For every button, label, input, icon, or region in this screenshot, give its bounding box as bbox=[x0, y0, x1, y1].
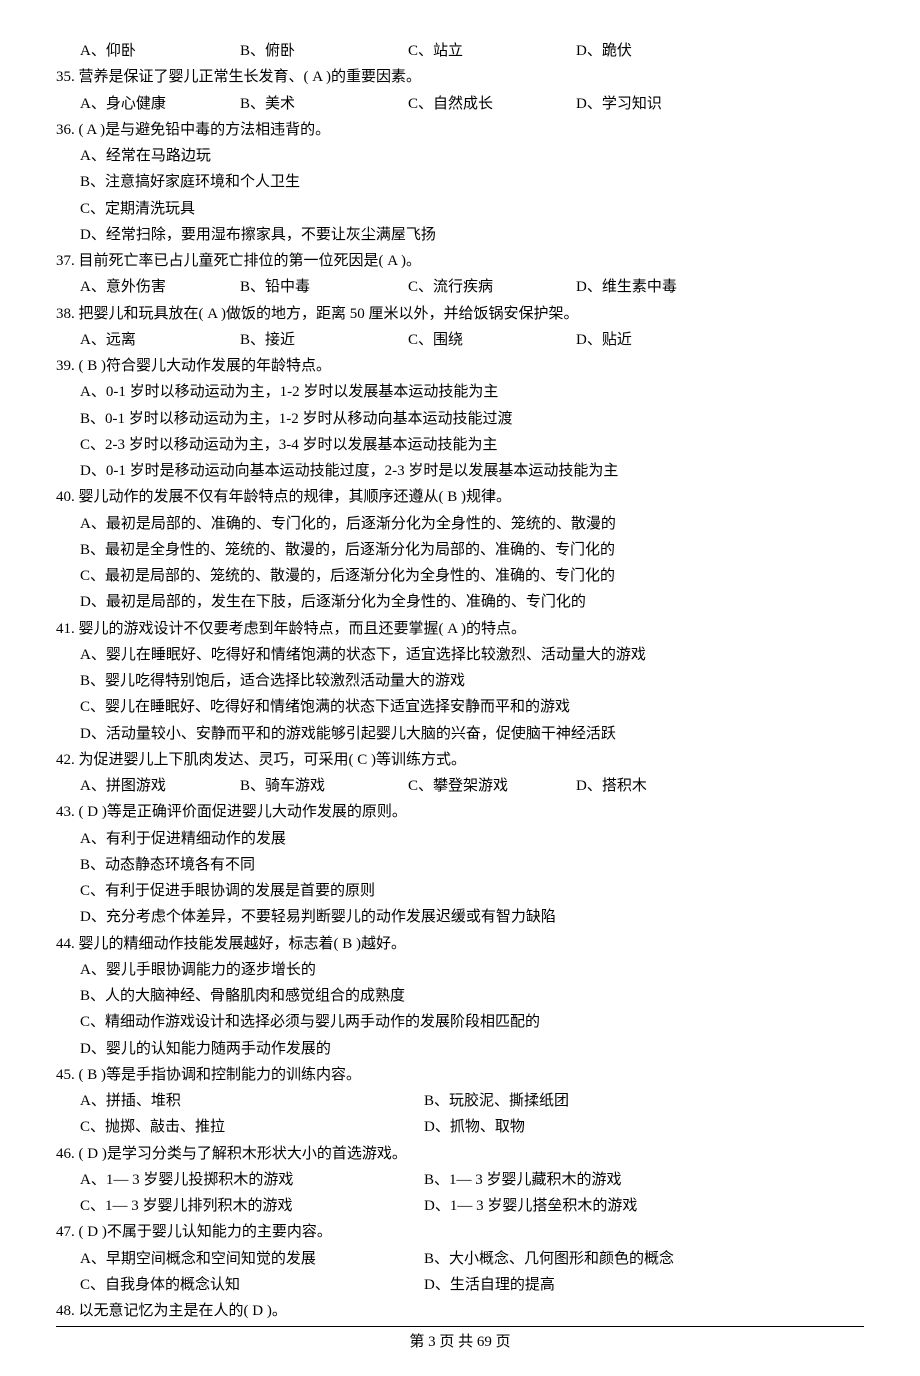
q46-option-d: D、1— 3 岁婴儿搭垒积木的游戏 bbox=[424, 1193, 637, 1219]
q40-stem: 40. 婴儿动作的发展不仅有年龄特点的规律，其顺序还遵从( B )规律。 bbox=[56, 484, 864, 510]
q38-option-b: B、接近 bbox=[240, 327, 408, 353]
q38-option-c: C、围绕 bbox=[408, 327, 576, 353]
q36-option-b: B、注意搞好家庭环境和个人卫生 bbox=[80, 169, 864, 195]
q44-option-b: B、人的大脑神经、骨骼肌肉和感觉组合的成熟度 bbox=[80, 983, 864, 1009]
q45-option-d: D、抓物、取物 bbox=[424, 1114, 525, 1140]
page-footer: 第 3 页 共 69 页 bbox=[56, 1326, 864, 1355]
question-40: 40. 婴儿动作的发展不仅有年龄特点的规律，其顺序还遵从( B )规律。 A、最… bbox=[56, 484, 864, 615]
q40-option-c: C、最初是局部的、笼统的、散漫的，后逐渐分化为全身性的、准确的、专门化的 bbox=[80, 563, 864, 589]
q42-option-b: B、骑车游戏 bbox=[240, 773, 408, 799]
q42-option-d: D、搭积木 bbox=[576, 773, 647, 799]
q37-option-b: B、铅中毒 bbox=[240, 274, 408, 300]
q36-stem: 36. ( A )是与避免铅中毒的方法相违背的。 bbox=[56, 117, 864, 143]
q43-option-b: B、动态静态环境各有不同 bbox=[80, 852, 864, 878]
q47-stem: 47. ( D )不属于婴儿认知能力的主要内容。 bbox=[56, 1219, 864, 1245]
q46-option-a: A、1— 3 岁婴儿投掷积木的游戏 bbox=[80, 1167, 424, 1193]
q46-option-b: B、1— 3 岁婴儿藏积木的游戏 bbox=[424, 1167, 622, 1193]
q45-option-c: C、抛掷、敲击、推拉 bbox=[80, 1114, 424, 1140]
q47-option-d: D、生活自理的提高 bbox=[424, 1272, 555, 1298]
q41-stem: 41. 婴儿的游戏设计不仅要考虑到年龄特点，而且还要掌握( A )的特点。 bbox=[56, 616, 864, 642]
q46-stem: 46. ( D )是学习分类与了解积木形状大小的首选游戏。 bbox=[56, 1141, 864, 1167]
q38-stem: 38. 把婴儿和玩具放在( A )做饭的地方，距离 50 厘米以外，并给饭锅安保… bbox=[56, 301, 864, 327]
q39-option-b: B、0-1 岁时以移动运动为主，1-2 岁时从移动向基本运动技能过渡 bbox=[80, 406, 864, 432]
question-34-options: A、仰卧 B、俯卧 C、站立 D、跪伏 bbox=[56, 38, 864, 64]
question-42: 42. 为促进婴儿上下肌肉发达、灵巧，可采用( C )等训练方式。 A、拼图游戏… bbox=[56, 747, 864, 800]
question-39: 39. ( B )符合婴儿大动作发展的年龄特点。 A、0-1 岁时以移动运动为主… bbox=[56, 353, 864, 484]
q39-option-a: A、0-1 岁时以移动运动为主，1-2 岁时以发展基本运动技能为主 bbox=[80, 379, 864, 405]
q38-option-d: D、贴近 bbox=[576, 327, 632, 353]
q42-stem: 42. 为促进婴儿上下肌肉发达、灵巧，可采用( C )等训练方式。 bbox=[56, 747, 864, 773]
q37-option-d: D、维生素中毒 bbox=[576, 274, 677, 300]
q34-option-c: C、站立 bbox=[408, 38, 576, 64]
q44-stem: 44. 婴儿的精细动作技能发展越好，标志着( B )越好。 bbox=[56, 931, 864, 957]
q43-option-d: D、充分考虑个体差异，不要轻易判断婴儿的动作发展迟缓或有智力缺陷 bbox=[80, 904, 864, 930]
q43-option-a: A、有利于促进精细动作的发展 bbox=[80, 826, 864, 852]
question-46: 46. ( D )是学习分类与了解积木形状大小的首选游戏。 A、1— 3 岁婴儿… bbox=[56, 1141, 864, 1220]
q39-stem: 39. ( B )符合婴儿大动作发展的年龄特点。 bbox=[56, 353, 864, 379]
question-38: 38. 把婴儿和玩具放在( A )做饭的地方，距离 50 厘米以外，并给饭锅安保… bbox=[56, 301, 864, 354]
q36-option-d: D、经常扫除，要用湿布擦家具，不要让灰尘满屋飞扬 bbox=[80, 222, 864, 248]
q39-option-d: D、0-1 岁时是移动运动向基本运动技能过度，2-3 岁时是以发展基本运动技能为… bbox=[80, 458, 864, 484]
q44-option-c: C、精细动作游戏设计和选择必须与婴儿两手动作的发展阶段相匹配的 bbox=[80, 1009, 864, 1035]
q38-option-a: A、远离 bbox=[80, 327, 240, 353]
q40-option-d: D、最初是局部的，发生在下肢，后逐渐分化为全身性的、准确的、专门化的 bbox=[80, 589, 864, 615]
q47-option-c: C、自我身体的概念认知 bbox=[80, 1272, 424, 1298]
q37-stem: 37. 目前死亡率已占儿童死亡排位的第一位死因是( A )。 bbox=[56, 248, 864, 274]
q37-option-c: C、流行疾病 bbox=[408, 274, 576, 300]
q45-option-a: A、拼插、堆积 bbox=[80, 1088, 424, 1114]
q45-option-b: B、玩胶泥、撕揉纸团 bbox=[424, 1088, 569, 1114]
question-36: 36. ( A )是与避免铅中毒的方法相违背的。 A、经常在马路边玩 B、注意搞… bbox=[56, 117, 864, 248]
q44-option-a: A、婴儿手眼协调能力的逐步增长的 bbox=[80, 957, 864, 983]
q40-option-b: B、最初是全身性的、笼统的、散漫的，后逐渐分化为局部的、准确的、专门化的 bbox=[80, 537, 864, 563]
q42-option-a: A、拼图游戏 bbox=[80, 773, 240, 799]
q41-option-c: C、婴儿在睡眠好、吃得好和情绪饱满的状态下适宜选择安静而平和的游戏 bbox=[80, 694, 864, 720]
q34-option-b: B、俯卧 bbox=[240, 38, 408, 64]
q40-option-a: A、最初是局部的、准确的、专门化的，后逐渐分化为全身性的、笼统的、散漫的 bbox=[80, 511, 864, 537]
question-47: 47. ( D )不属于婴儿认知能力的主要内容。 A、早期空间概念和空间知觉的发… bbox=[56, 1219, 864, 1298]
q43-stem: 43. ( D )等是正确评价面促进婴儿大动作发展的原则。 bbox=[56, 799, 864, 825]
question-41: 41. 婴儿的游戏设计不仅要考虑到年龄特点，而且还要掌握( A )的特点。 A、… bbox=[56, 616, 864, 747]
q44-option-d: D、婴儿的认知能力随两手动作发展的 bbox=[80, 1036, 864, 1062]
q46-option-c: C、1— 3 岁婴儿排列积木的游戏 bbox=[80, 1193, 424, 1219]
q45-stem: 45. ( B )等是手指协调和控制能力的训练内容。 bbox=[56, 1062, 864, 1088]
q41-option-a: A、婴儿在睡眠好、吃得好和情绪饱满的状态下，适宜选择比较激烈、活动量大的游戏 bbox=[80, 642, 864, 668]
q35-option-d: D、学习知识 bbox=[576, 91, 662, 117]
q41-option-d: D、活动量较小、安静而平和的游戏能够引起婴儿大脑的兴奋，促使脑干神经活跃 bbox=[80, 721, 864, 747]
page-number: 第 3 页 共 69 页 bbox=[56, 1326, 864, 1355]
question-44: 44. 婴儿的精细动作技能发展越好，标志着( B )越好。 A、婴儿手眼协调能力… bbox=[56, 931, 864, 1062]
q43-option-c: C、有利于促进手眼协调的发展是首要的原则 bbox=[80, 878, 864, 904]
q35-option-c: C、自然成长 bbox=[408, 91, 576, 117]
q36-option-a: A、经常在马路边玩 bbox=[80, 143, 864, 169]
q35-option-b: B、美术 bbox=[240, 91, 408, 117]
q39-option-c: C、2-3 岁时以移动运动为主，3-4 岁时以发展基本运动技能为主 bbox=[80, 432, 864, 458]
question-43: 43. ( D )等是正确评价面促进婴儿大动作发展的原则。 A、有利于促进精细动… bbox=[56, 799, 864, 930]
q35-option-a: A、身心健康 bbox=[80, 91, 240, 117]
q35-stem: 35. 营养是保证了婴儿正常生长发育、( A )的重要因素。 bbox=[56, 64, 864, 90]
q37-option-a: A、意外伤害 bbox=[80, 274, 240, 300]
q34-option-a: A、仰卧 bbox=[80, 38, 240, 64]
q41-option-b: B、婴儿吃得特别饱后，适合选择比较激烈活动量大的游戏 bbox=[80, 668, 864, 694]
question-37: 37. 目前死亡率已占儿童死亡排位的第一位死因是( A )。 A、意外伤害 B、… bbox=[56, 248, 864, 301]
question-35: 35. 营养是保证了婴儿正常生长发育、( A )的重要因素。 A、身心健康 B、… bbox=[56, 64, 864, 117]
q47-option-b: B、大小概念、几何图形和颜色的概念 bbox=[424, 1246, 674, 1272]
q34-option-d: D、跪伏 bbox=[576, 38, 632, 64]
q47-option-a: A、早期空间概念和空间知觉的发展 bbox=[80, 1246, 424, 1272]
question-45: 45. ( B )等是手指协调和控制能力的训练内容。 A、拼插、堆积 B、玩胶泥… bbox=[56, 1062, 864, 1141]
q42-option-c: C、攀登架游戏 bbox=[408, 773, 576, 799]
q36-option-c: C、定期清洗玩具 bbox=[80, 196, 864, 222]
